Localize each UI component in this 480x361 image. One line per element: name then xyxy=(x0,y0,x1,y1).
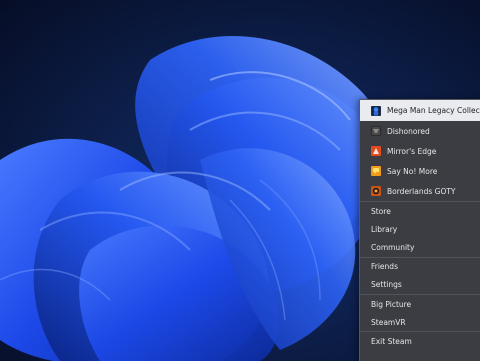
menu-item-settings[interactable]: Settings xyxy=(360,276,480,294)
recent-game-say-no-more[interactable]: Say No! More xyxy=(360,161,480,181)
mega-man-icon xyxy=(371,105,381,116)
recent-game-borderlands[interactable]: Borderlands GOTY xyxy=(360,181,480,201)
recent-game-label: Say No! More xyxy=(387,166,438,176)
dishonored-icon xyxy=(371,126,381,136)
recent-games-group: Mega Man Legacy Collection Dishonored Mi… xyxy=(360,100,480,202)
menu-item-big-picture[interactable]: Big Picture xyxy=(360,295,480,313)
borderlands-icon xyxy=(371,186,381,196)
menu-item-steamvr[interactable]: SteamVR xyxy=(360,313,480,331)
mirrors-edge-icon xyxy=(371,146,381,156)
recent-game-label: Dishonored xyxy=(387,126,430,136)
recent-game-label: Borderlands GOTY xyxy=(387,186,456,196)
say-no-more-icon xyxy=(371,166,381,176)
menu-item-exit-steam[interactable]: Exit Steam xyxy=(360,332,480,350)
social-group: Friends Settings xyxy=(360,258,480,295)
menu-item-friends[interactable]: Friends xyxy=(360,258,480,276)
recent-game-label: Mega Man Legacy Collection xyxy=(387,106,480,115)
modes-group: Big Picture SteamVR xyxy=(360,295,480,333)
menu-item-library[interactable]: Library xyxy=(360,220,480,238)
steam-tray-context-menu: Mega Man Legacy Collection Dishonored Mi… xyxy=(359,99,480,361)
menu-item-store[interactable]: Store xyxy=(360,202,480,220)
recent-game-dishonored[interactable]: Dishonored xyxy=(360,121,480,141)
desktop: Mega Man Legacy Collection Dishonored Mi… xyxy=(0,0,480,361)
nav-group: Store Library Community xyxy=(360,202,480,258)
recent-game-label: Mirror's Edge xyxy=(387,146,437,156)
menu-item-community[interactable]: Community xyxy=(360,238,480,256)
recent-game-mirrors-edge[interactable]: Mirror's Edge xyxy=(360,141,480,161)
recent-game-mega-man[interactable]: Mega Man Legacy Collection xyxy=(360,100,480,121)
exit-group: Exit Steam xyxy=(360,332,480,350)
